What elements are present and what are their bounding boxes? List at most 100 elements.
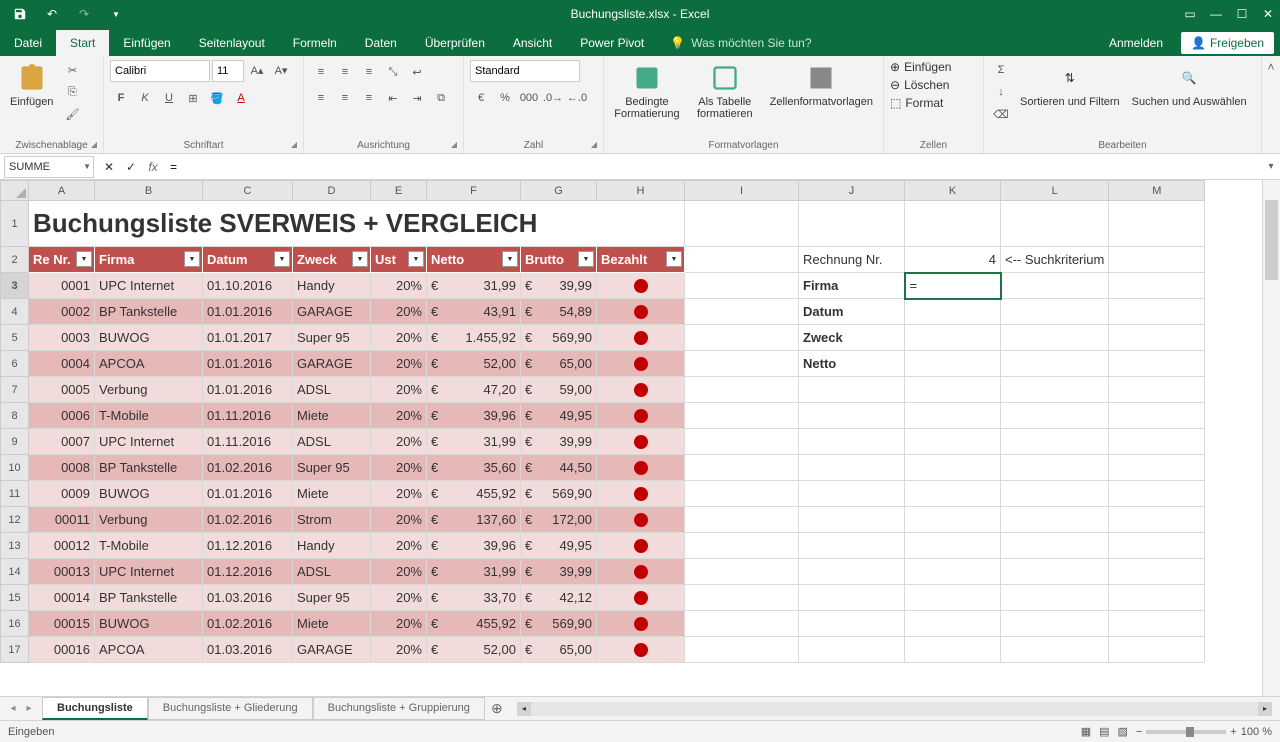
italic-button[interactable]: K <box>134 88 156 108</box>
table-cell[interactable]: T-Mobile <box>95 403 203 429</box>
tab-file[interactable]: Datei <box>0 30 56 56</box>
table-cell[interactable]: € 1.455,92 <box>427 325 521 351</box>
table-cell[interactable]: BP Tankstelle <box>95 299 203 325</box>
formula-input[interactable] <box>164 156 1262 178</box>
paid-indicator[interactable] <box>597 429 685 455</box>
table-cell[interactable]: 01.02.2016 <box>203 507 293 533</box>
format-as-table-button[interactable]: Als Tabelle formatieren <box>688 60 762 122</box>
inc-decimal-icon[interactable]: .0→ <box>542 88 564 108</box>
filter-icon[interactable]: ▼ <box>76 251 92 267</box>
table-cell[interactable]: 0007 <box>29 429 95 455</box>
table-cell[interactable]: € 59,00 <box>521 377 597 403</box>
table-cell[interactable]: Miete <box>293 403 371 429</box>
tab-pagelayout[interactable]: Seitenlayout <box>185 30 279 56</box>
format-painter-icon[interactable]: 🖌 <box>61 104 83 124</box>
table-cell[interactable]: € 49,95 <box>521 533 597 559</box>
table-cell[interactable]: GARAGE <box>293 351 371 377</box>
table-header[interactable]: Ust▼ <box>371 247 427 273</box>
filter-icon[interactable]: ▼ <box>666 251 682 267</box>
paid-indicator[interactable] <box>597 611 685 637</box>
table-cell[interactable]: 01.12.2016 <box>203 533 293 559</box>
view-break-icon[interactable]: ▧ <box>1118 725 1128 738</box>
paid-indicator[interactable] <box>597 559 685 585</box>
col-header-I[interactable]: I <box>685 181 799 201</box>
table-cell[interactable]: 20% <box>371 377 427 403</box>
table-cell[interactable]: € 52,00 <box>427 637 521 663</box>
table-cell[interactable]: ADSL <box>293 559 371 585</box>
table-cell[interactable]: BUWOG <box>95 325 203 351</box>
currency-icon[interactable]: € <box>470 88 492 108</box>
clipboard-launcher-icon[interactable]: ◢ <box>91 140 97 149</box>
tab-review[interactable]: Überprüfen <box>411 30 499 56</box>
lookup-hint[interactable]: <-- Suchkriterium <box>1001 247 1109 273</box>
indent-dec-icon[interactable]: ⇤ <box>382 88 404 108</box>
table-cell[interactable]: € 569,90 <box>521 481 597 507</box>
number-format-select[interactable] <box>470 60 580 82</box>
delete-cells-button[interactable]: ⊖Löschen <box>890 78 951 92</box>
active-cell[interactable]: = <box>905 273 1001 299</box>
col-header-A[interactable]: A <box>29 181 95 201</box>
table-cell[interactable]: Strom <box>293 507 371 533</box>
tab-view[interactable]: Ansicht <box>499 30 566 56</box>
table-cell[interactable]: 0003 <box>29 325 95 351</box>
paid-indicator[interactable] <box>597 637 685 663</box>
table-cell[interactable]: ADSL <box>293 429 371 455</box>
col-header-L[interactable]: L <box>1001 181 1109 201</box>
table-header[interactable]: Datum▼ <box>203 247 293 273</box>
underline-button[interactable]: U <box>158 88 180 108</box>
lookup-label[interactable]: Netto <box>799 351 905 377</box>
table-cell[interactable]: 0006 <box>29 403 95 429</box>
table-cell[interactable]: 20% <box>371 403 427 429</box>
format-cells-button[interactable]: ⬚Format <box>890 96 951 110</box>
table-cell[interactable]: UPC Internet <box>95 559 203 585</box>
table-cell[interactable]: 20% <box>371 559 427 585</box>
sheet-tab-2[interactable]: Buchungsliste + Gliederung <box>148 697 313 720</box>
table-header[interactable]: Firma▼ <box>95 247 203 273</box>
cut-icon[interactable]: ✂ <box>61 60 83 80</box>
table-cell[interactable]: 01.03.2016 <box>203 637 293 663</box>
row-header[interactable]: 6 <box>1 351 29 377</box>
table-cell[interactable]: 20% <box>371 611 427 637</box>
sheet-nav-first-icon[interactable]: ◂ <box>6 703 20 714</box>
table-header[interactable]: Netto▼ <box>427 247 521 273</box>
align-top-icon[interactable]: ≡ <box>310 62 332 82</box>
undo-icon[interactable]: ↶ <box>40 4 64 24</box>
tab-formulas[interactable]: Formeln <box>279 30 351 56</box>
percent-icon[interactable]: % <box>494 88 516 108</box>
col-header-C[interactable]: C <box>203 181 293 201</box>
lookup-label[interactable]: Datum <box>799 299 905 325</box>
table-cell[interactable]: € 455,92 <box>427 611 521 637</box>
row-header[interactable]: 7 <box>1 377 29 403</box>
row-header[interactable]: 9 <box>1 429 29 455</box>
table-cell[interactable]: € 137,60 <box>427 507 521 533</box>
paste-button[interactable]: Einfügen <box>6 60 57 110</box>
table-cell[interactable]: 0005 <box>29 377 95 403</box>
chevron-down-icon[interactable]: ▼ <box>83 162 91 171</box>
col-header-K[interactable]: K <box>905 181 1001 201</box>
table-cell[interactable]: UPC Internet <box>95 273 203 299</box>
table-cell[interactable]: € 49,95 <box>521 403 597 429</box>
table-cell[interactable]: 20% <box>371 507 427 533</box>
view-page-icon[interactable]: ▤ <box>1099 725 1109 738</box>
row-header[interactable]: 16 <box>1 611 29 637</box>
zoom-out-icon[interactable]: − <box>1136 726 1142 738</box>
table-cell[interactable]: APCOA <box>95 351 203 377</box>
table-cell[interactable]: 0001 <box>29 273 95 299</box>
dec-decimal-icon[interactable]: ←.0 <box>566 88 588 108</box>
table-cell[interactable]: 00014 <box>29 585 95 611</box>
table-cell[interactable]: GARAGE <box>293 637 371 663</box>
row-header[interactable]: 14 <box>1 559 29 585</box>
filter-icon[interactable]: ▼ <box>578 251 594 267</box>
tell-me-search[interactable]: 💡 Was möchten Sie tun? <box>670 30 811 56</box>
filter-icon[interactable]: ▼ <box>352 251 368 267</box>
table-cell[interactable]: € 39,96 <box>427 403 521 429</box>
table-cell[interactable]: 20% <box>371 533 427 559</box>
table-cell[interactable]: Miete <box>293 481 371 507</box>
spreadsheet[interactable]: ABCDEFGHIJKLM 1Buchungsliste SVERWEIS + … <box>0 180 1205 663</box>
bold-button[interactable]: F <box>110 88 132 108</box>
table-cell[interactable]: 01.02.2016 <box>203 611 293 637</box>
zoom-slider[interactable] <box>1146 730 1226 734</box>
table-cell[interactable]: Super 95 <box>293 455 371 481</box>
table-cell[interactable]: APCOA <box>95 637 203 663</box>
row-header[interactable]: 1 <box>1 201 29 247</box>
